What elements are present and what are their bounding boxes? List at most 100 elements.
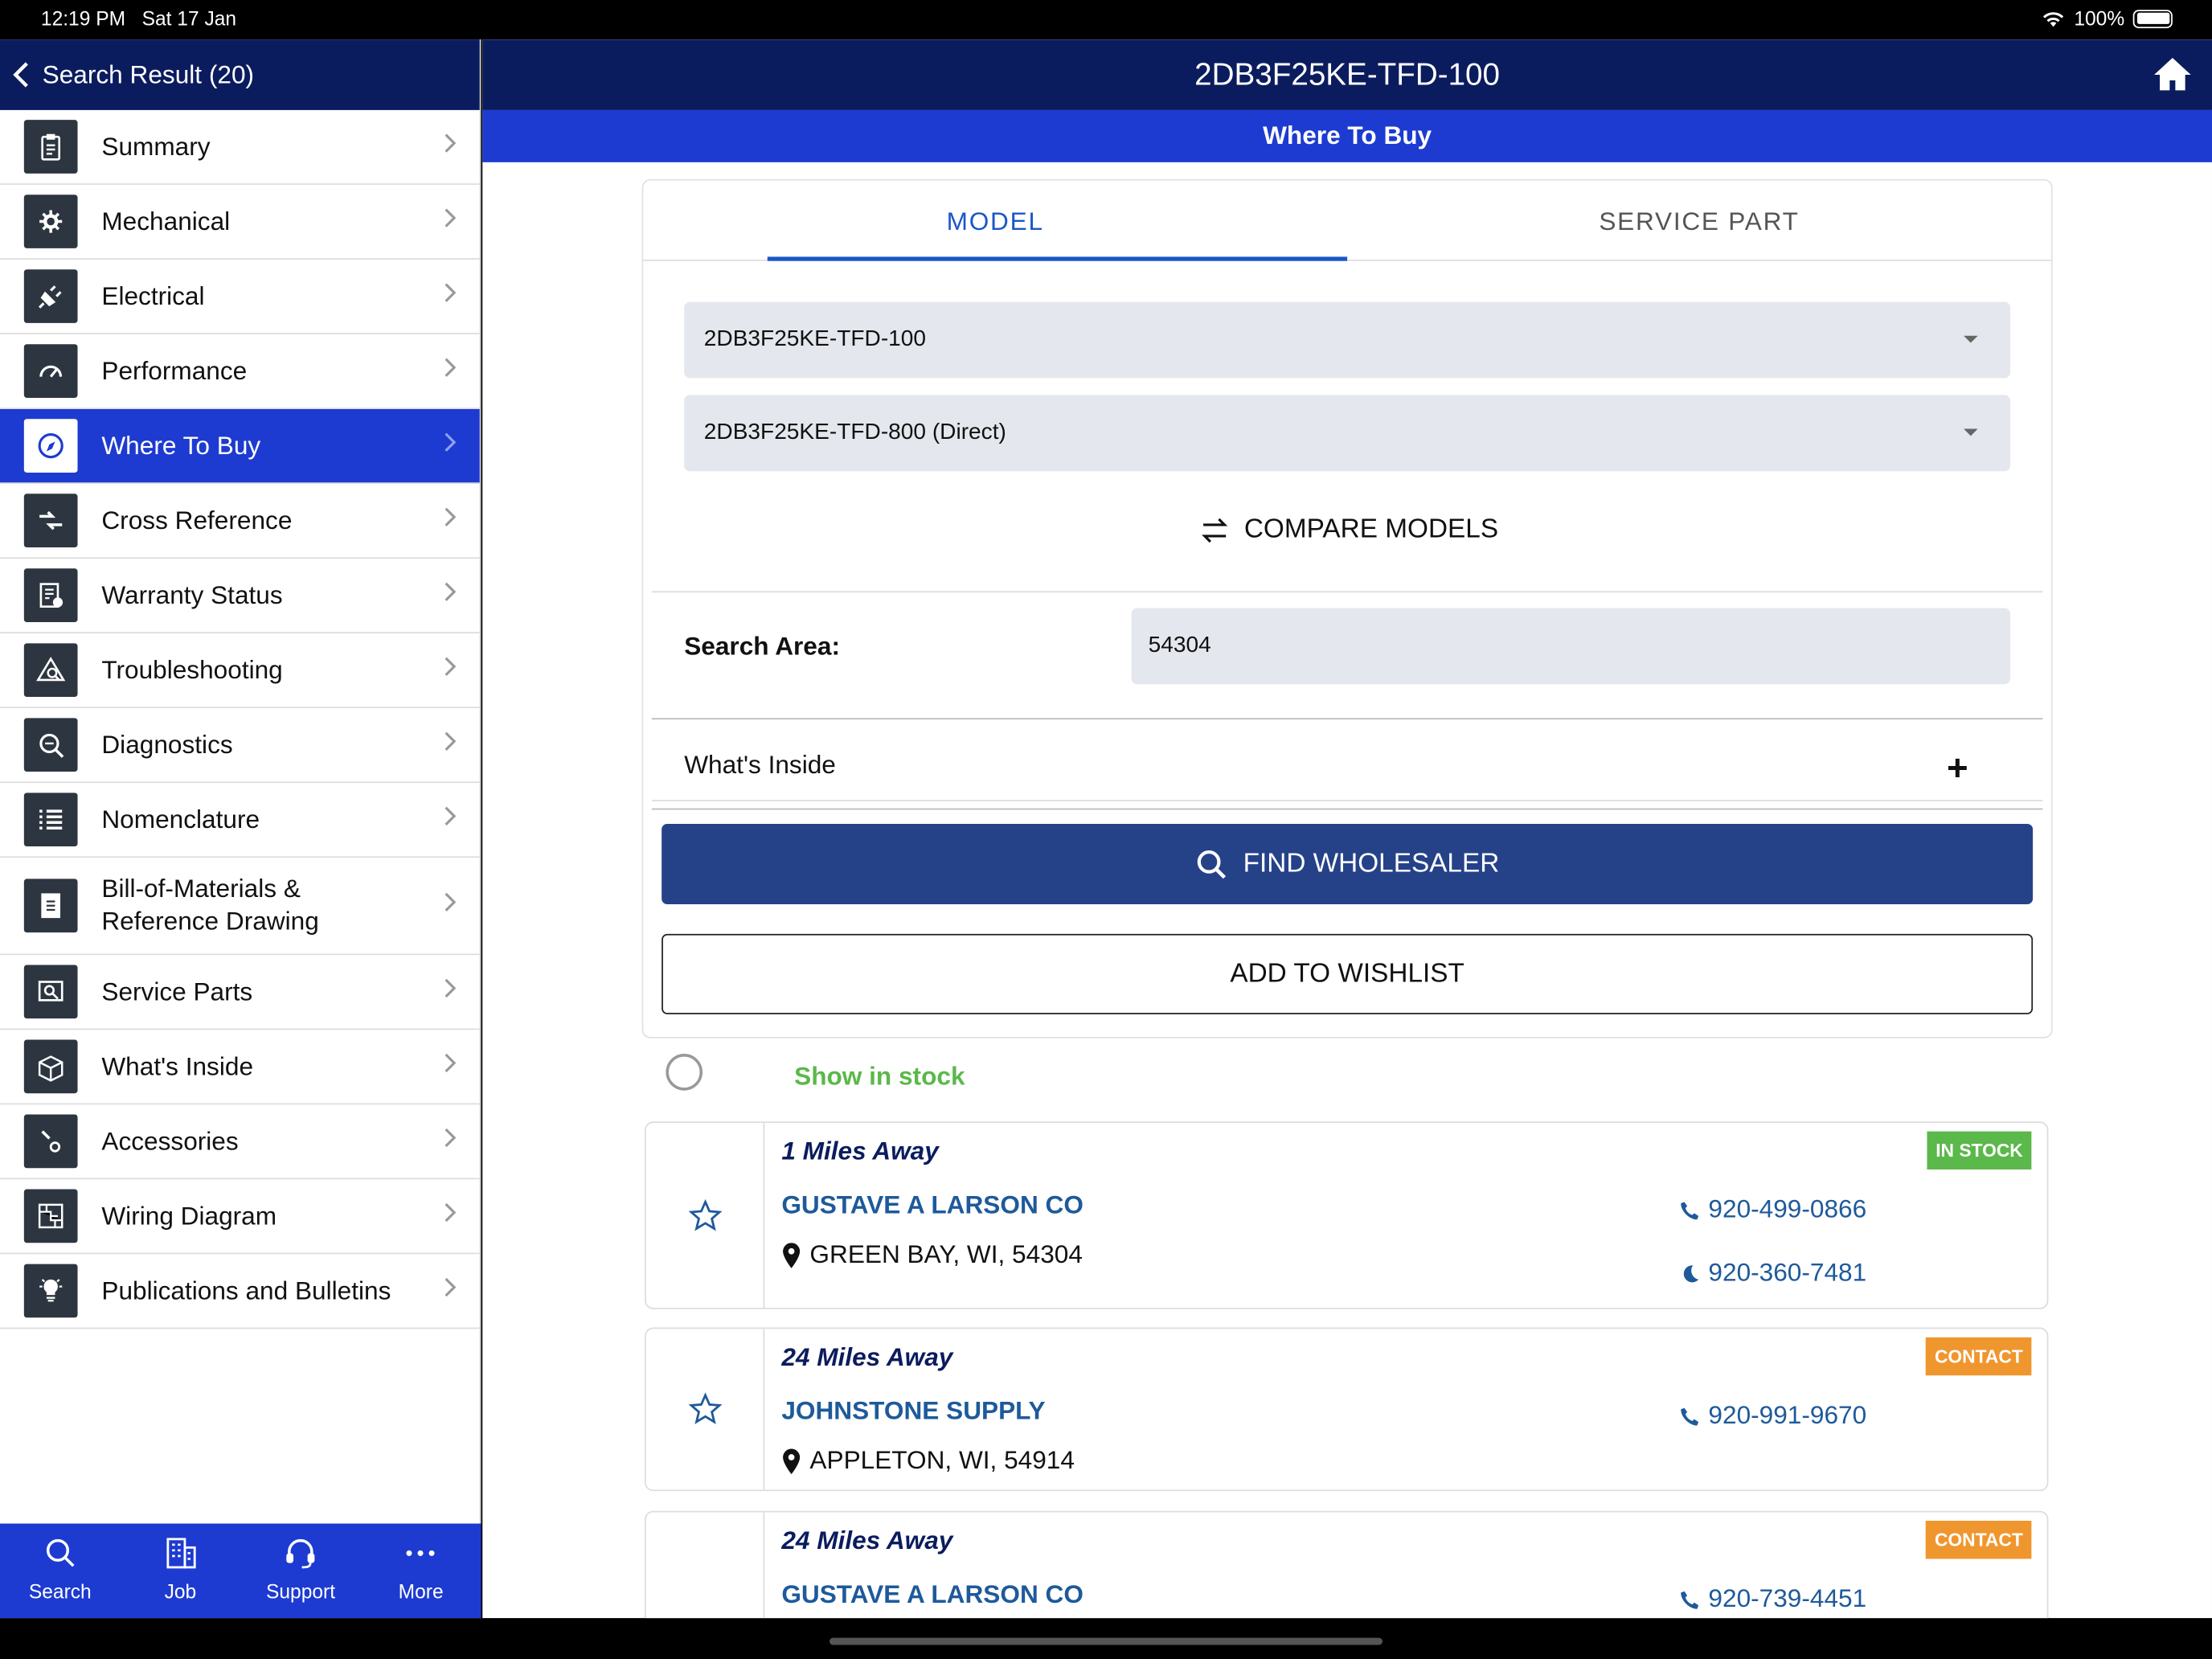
sidebar-item-publications-and-bulletins[interactable]: Publications and Bulletins [0, 1254, 480, 1329]
status-time: 12:19 PM Sat 17 Jan [40, 6, 237, 30]
sidebar-item-electrical[interactable]: Electrical [0, 260, 480, 334]
phone-link[interactable]: 920-499-0866 [1680, 1195, 1866, 1225]
result-card[interactable]: 24 Miles Away JOHNSTONE SUPPLY APPLETON,… [645, 1327, 2049, 1492]
sidebar-item-diagnostics[interactable]: Diagnostics [0, 708, 480, 784]
location-pin-icon [783, 1242, 801, 1268]
back-button[interactable]: Search Result (20) [0, 39, 480, 110]
box-icon [23, 1039, 78, 1094]
sidebar-item-label: Performance [101, 356, 248, 385]
sidebar-item-summary[interactable]: Summary [0, 110, 480, 185]
result-name[interactable]: GUSTAVE A LARSON CO [781, 1580, 1083, 1610]
drawing-icon [23, 879, 78, 933]
sidebar-item-where-to-buy[interactable]: Where To Buy [0, 408, 480, 484]
sidebar-item-label: Mechanical [101, 207, 231, 236]
sidebar-item-service-parts[interactable]: Service Parts [0, 955, 480, 1030]
circuit-icon [23, 1189, 78, 1243]
add-to-wishlist-label: ADD TO WISHLIST [1230, 958, 1464, 989]
sidebar: Search Result (20) Summary Mechanical Elec… [0, 39, 481, 1619]
sidebar-item-mechanical[interactable]: Mechanical [0, 185, 480, 260]
location-pin-icon [783, 1448, 801, 1474]
swap-icon [1201, 518, 1228, 543]
result-card[interactable]: 24 Miles Away GUSTAVE A LARSON CO CONTAC… [645, 1510, 2049, 1619]
result-name[interactable]: GUSTAVE A LARSON CO [781, 1190, 1083, 1220]
search-area-input[interactable]: 54304 [1131, 608, 2011, 685]
chevron-right-icon [443, 1051, 457, 1081]
phone-icon [1681, 1590, 1699, 1608]
lightbulb-icon [23, 1264, 78, 1318]
bottom-tab-bar: Search Job Support More [0, 1523, 481, 1619]
divider [651, 808, 2043, 810]
sidebar-item-troubleshooting[interactable]: Troubleshooting [0, 633, 480, 709]
sidebar-item-bill-of-materials[interactable]: Bill-of-Materials & Reference Drawing [0, 858, 480, 956]
tab-job[interactable]: Job [121, 1524, 241, 1619]
sidebar-item-label: Publications and Bulletins [101, 1276, 391, 1305]
tab-more-label: More [398, 1579, 444, 1603]
home-icon[interactable] [2153, 55, 2192, 92]
search-area-label: Search Area: [684, 632, 840, 661]
chevron-right-icon [443, 580, 457, 610]
chevron-right-icon [443, 1276, 457, 1305]
main-panel: 2DB3F25KE-TFD-100 Where To Buy MODEL SER… [482, 39, 2212, 1619]
sidebar-item-label: Warranty Status [101, 580, 283, 609]
divider [651, 800, 2043, 801]
search-icon [46, 1538, 74, 1567]
chevron-right-icon [443, 356, 457, 386]
result-name[interactable]: JOHNSTONE SUPPLY [781, 1397, 1045, 1427]
favorite-column [646, 1512, 765, 1619]
tab-support[interactable]: Support [240, 1524, 361, 1619]
model-select-2[interactable]: 2DB3F25KE-TFD-800 (Direct) [684, 395, 2011, 472]
tab-search-label: Search [28, 1579, 92, 1603]
result-address: GREEN BAY, WI, 54304 [781, 1240, 1083, 1270]
tab-search[interactable]: Search [0, 1524, 121, 1619]
divider [651, 718, 2043, 720]
divider [651, 591, 2043, 593]
add-to-wishlist-button[interactable]: ADD TO WISHLIST [662, 933, 2034, 1014]
tab-service-part[interactable]: SERVICE PART [1347, 181, 2051, 260]
phone-link[interactable]: 920-739-4451 [1680, 1584, 1866, 1614]
sidebar-item-performance[interactable]: Performance [0, 334, 480, 409]
chevron-right-icon [443, 506, 457, 535]
sidebar-item-label: Cross Reference [101, 506, 293, 535]
result-card[interactable]: 1 Miles Away GUSTAVE A LARSON CO GREEN B… [645, 1121, 2049, 1309]
sidebar-item-what-s-inside[interactable]: What's Inside [0, 1030, 480, 1105]
gauge-icon [23, 344, 78, 398]
phone-icon [1681, 1201, 1699, 1219]
phone-link[interactable]: 920-991-9670 [1680, 1401, 1866, 1431]
result-distance: 24 Miles Away [781, 1342, 953, 1371]
chevron-right-icon [443, 431, 457, 461]
tab-more[interactable]: More [361, 1524, 481, 1619]
tab-model[interactable]: MODEL [643, 181, 1347, 260]
building-icon [166, 1538, 196, 1569]
sidebar-item-cross-reference[interactable]: Cross Reference [0, 484, 480, 559]
document-check-icon [23, 568, 78, 622]
phone-number: 920-499-0866 [1708, 1194, 1867, 1223]
chevron-right-icon [443, 730, 457, 760]
plug-icon [23, 269, 78, 323]
sidebar-item-wiring-diagram[interactable]: Wiring Diagram [0, 1179, 480, 1255]
tab-job-label: Job [164, 1579, 197, 1603]
star-icon[interactable] [687, 1392, 722, 1426]
sidebar-item-warranty-status[interactable]: Warranty Status [0, 559, 480, 634]
sidebar-item-label: Troubleshooting [101, 655, 283, 684]
sidebar-item-label: Service Parts [101, 977, 253, 1006]
magnifier-icon [23, 718, 78, 772]
expand-plus-icon[interactable]: + [1947, 746, 1968, 789]
section-title: Where To Buy [482, 109, 2212, 162]
sidebar-item-label: Electrical [101, 281, 205, 310]
sidebar-item-label: Wiring Diagram [101, 1201, 277, 1230]
show-in-stock-radio[interactable] [666, 1054, 703, 1091]
home-indicator[interactable] [829, 1637, 1382, 1645]
after-hours-phone-link[interactable]: 920-360-7481 [1680, 1259, 1866, 1288]
list-icon [23, 793, 78, 847]
star-icon[interactable] [687, 1198, 722, 1232]
sidebar-item-nomenclature[interactable]: Nomenclature [0, 783, 480, 858]
chevron-right-icon [443, 1126, 457, 1156]
model-select[interactable]: 2DB3F25KE-TFD-100 [684, 301, 2011, 379]
sidebar-item-accessories[interactable]: Accessories [0, 1104, 480, 1180]
find-wholesaler-label: FIND WHOLESALER [1243, 848, 1500, 879]
warning-search-icon [23, 643, 78, 698]
find-wholesaler-button[interactable]: FIND WHOLESALER [662, 823, 2034, 905]
sidebar-item-label: Where To Buy [101, 431, 261, 460]
search-card: MODEL SERVICE PART 2DB3F25KE-TFD-100 2DB… [641, 178, 2054, 1038]
compare-models-button[interactable]: COMPARE MODELS [643, 515, 2054, 547]
